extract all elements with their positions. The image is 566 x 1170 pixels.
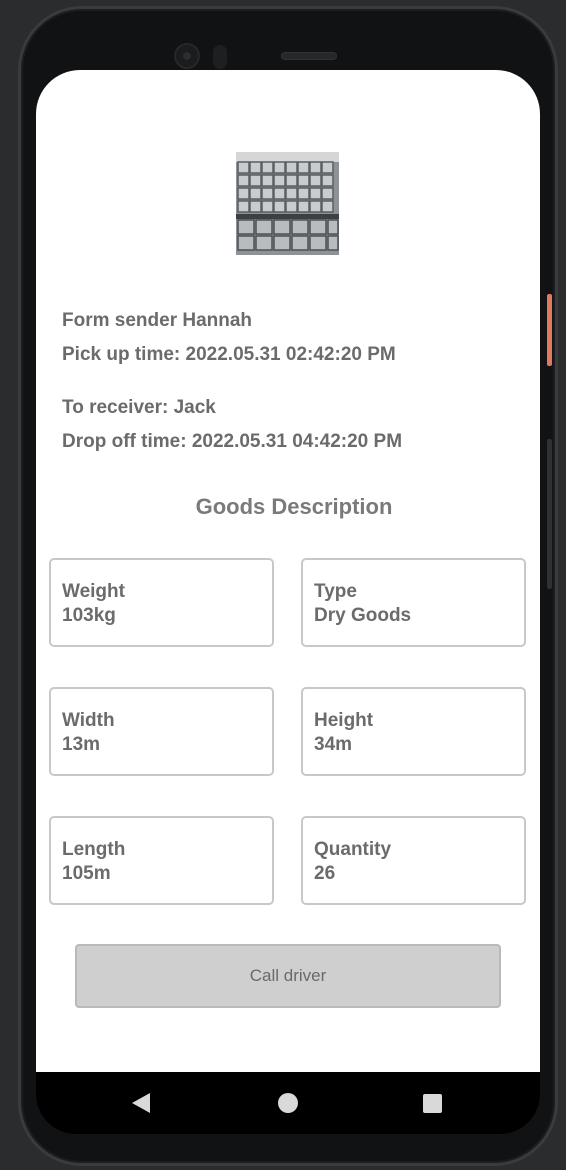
power-button[interactable]	[547, 294, 552, 366]
goods-image	[236, 152, 339, 255]
length-card: Length 105m	[49, 816, 274, 905]
weight-card: Weight 103kg	[49, 558, 274, 647]
steel-pipes-image	[236, 152, 339, 255]
goods-description-title: Goods Description	[195, 494, 393, 519]
width-card: Width 13m	[49, 687, 274, 776]
sensor-icon	[213, 45, 227, 69]
weight-value: 103kg	[62, 605, 116, 626]
volume-button[interactable]	[547, 439, 552, 589]
type-label: Type	[314, 581, 357, 602]
front-camera-icon	[174, 43, 200, 69]
weight-label: Weight	[62, 581, 125, 602]
sender-name: Form sender Hannah	[62, 310, 253, 331]
width-label: Width	[62, 710, 115, 731]
home-icon[interactable]	[278, 1093, 298, 1113]
recents-icon[interactable]	[423, 1094, 442, 1113]
type-value: Dry Goods	[314, 605, 412, 626]
app-screen: Form sender Hannah Pick up time: 2022.05…	[36, 70, 540, 1072]
length-label: Length	[62, 839, 126, 860]
quantity-card: Quantity 26	[301, 816, 526, 905]
height-card: Height 34m	[301, 687, 526, 776]
height-label: Height	[314, 710, 374, 731]
height-value: 34m	[314, 734, 353, 755]
call-driver-button[interactable]: Call driver	[75, 944, 501, 1008]
dropoff-time: Drop off time: 2022.05.31 04:42:20 PM	[62, 431, 403, 452]
type-card: Type Dry Goods	[301, 558, 526, 647]
pickup-time: Pick up time: 2022.05.31 02:42:20 PM	[62, 344, 396, 365]
receiver-name: To receiver: Jack	[62, 397, 216, 418]
length-value: 105m	[62, 863, 111, 884]
back-icon[interactable]	[132, 1093, 150, 1113]
quantity-value: 26	[314, 863, 336, 884]
width-value: 13m	[62, 734, 101, 755]
quantity-label: Quantity	[314, 839, 392, 860]
system-nav-bar	[36, 1072, 540, 1134]
earpiece-speaker	[281, 52, 337, 60]
